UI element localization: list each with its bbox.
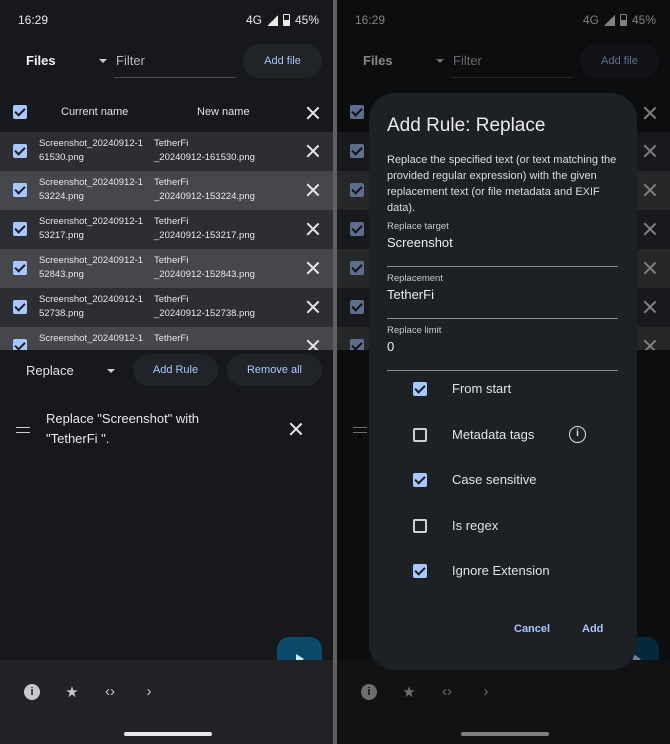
rule-type-select[interactable]: Replace: [26, 363, 74, 378]
rule-type-dropdown-icon[interactable]: [107, 369, 115, 373]
new-name-cell: TetherFi _20240912-153224.png: [154, 177, 255, 202]
is-regex-checkbox[interactable]: [413, 519, 427, 533]
field-value[interactable]: 0: [387, 339, 394, 354]
replace-limit-field[interactable]: Replace limit 0: [387, 325, 618, 371]
table-row[interactable]: Screenshot_20240912-1 53224.png TetherFi…: [0, 171, 333, 210]
rule-description: Replace "Screenshot" with "TetherFi ".: [46, 411, 200, 446]
new-name-cell: TetherFi _20240912-152738.png: [154, 294, 255, 319]
table-row[interactable]: Screenshot_20240912-1 TetherFi: [0, 327, 333, 350]
filter-input[interactable]: Filter: [114, 44, 236, 78]
gesture-handle: [124, 732, 212, 736]
signal-icon: [266, 14, 278, 26]
files-toolbar: Files Filter Add file: [0, 44, 333, 78]
new-name-cell: TetherFi _20240912-153217.png: [154, 216, 255, 241]
main-screen: 16:29 4G 45% Files Filter Add file Curre…: [0, 0, 333, 744]
field-value[interactable]: Screenshot: [387, 235, 453, 250]
option-from-start[interactable]: From start: [369, 374, 637, 404]
dialog-title: Add Rule: Replace: [387, 115, 546, 136]
bottom-bar: i ★ ‹› ›: [0, 660, 333, 744]
remove-row-icon[interactable]: [306, 183, 320, 197]
current-name-cell: Screenshot_20240912-1 53217.png: [39, 216, 144, 241]
current-name-cell: Screenshot_20240912-1: [39, 333, 144, 344]
file-list: Screenshot_20240912-1 61530.png TetherFi…: [0, 132, 333, 350]
remove-rule-icon[interactable]: [289, 422, 303, 436]
code-icon[interactable]: ‹›: [100, 683, 120, 700]
add-rule-button[interactable]: Add Rule: [133, 354, 218, 386]
clear-all-icon[interactable]: [306, 106, 320, 120]
row-checkbox[interactable]: [13, 183, 27, 197]
replace-target-field[interactable]: Replace target Screenshot: [387, 221, 618, 267]
option-label: Metadata tags: [452, 427, 535, 442]
row-checkbox[interactable]: [13, 222, 27, 236]
rule-toolbar: Replace Add Rule Remove all: [0, 350, 333, 390]
case-sensitive-checkbox[interactable]: [413, 473, 427, 487]
option-label: From start: [452, 381, 512, 396]
option-case-sensitive[interactable]: Case sensitive: [369, 465, 637, 495]
row-checkbox[interactable]: [13, 261, 27, 275]
remove-row-icon[interactable]: [306, 261, 320, 275]
current-name-cell: Screenshot_20240912-1 52738.png: [39, 294, 144, 319]
remove-row-icon[interactable]: [306, 339, 320, 350]
current-name-cell: Screenshot_20240912-1 52843.png: [39, 255, 144, 280]
rule-item[interactable]: Replace "Screenshot" with "TetherFi ".: [0, 405, 333, 455]
files-label: Files: [26, 53, 56, 68]
chevron-right-icon[interactable]: ›: [139, 683, 159, 700]
from-start-checkbox[interactable]: [413, 382, 427, 396]
status-icons: 4G 45%: [246, 13, 319, 27]
remove-row-icon[interactable]: [306, 300, 320, 314]
option-ignore-extension[interactable]: Ignore Extension: [369, 556, 637, 586]
new-name-cell: TetherFi: [154, 333, 189, 344]
dialog-screen: 16:29 4G 45% Files Filter Add file i ★ ‹…: [337, 0, 670, 744]
network-label: 4G: [245, 13, 262, 27]
option-label: Ignore Extension: [452, 563, 550, 578]
drag-handle-icon[interactable]: [16, 427, 30, 433]
metadata-tags-checkbox[interactable]: [413, 428, 427, 442]
select-all-checkbox[interactable]: [13, 105, 27, 119]
field-label: Replace target: [387, 221, 449, 232]
row-checkbox[interactable]: [13, 339, 27, 350]
table-row[interactable]: Screenshot_20240912-1 61530.png TetherFi…: [0, 132, 333, 171]
ignore-extension-checkbox[interactable]: [413, 564, 427, 578]
current-name-cell: Screenshot_20240912-1 53224.png: [39, 177, 144, 202]
remove-row-icon[interactable]: [306, 144, 320, 158]
current-name-header: Current name: [61, 106, 129, 118]
field-label: Replacement: [387, 273, 443, 284]
option-is-regex[interactable]: Is regex: [369, 511, 637, 541]
info-icon[interactable]: i: [24, 684, 40, 700]
table-row[interactable]: Screenshot_20240912-1 52738.png TetherFi…: [0, 288, 333, 327]
row-checkbox[interactable]: [13, 300, 27, 314]
filter-dropdown-icon[interactable]: [99, 59, 107, 63]
remove-all-button[interactable]: Remove all: [227, 354, 322, 386]
status-bar: 16:29 4G 45%: [0, 0, 333, 40]
add-button[interactable]: Add: [582, 623, 603, 635]
field-value[interactable]: TetherFi: [387, 287, 434, 302]
option-label: Case sensitive: [452, 472, 537, 487]
status-time: 16:29: [18, 13, 49, 27]
current-name-cell: Screenshot_20240912-1 61530.png: [39, 138, 144, 163]
new-name-cell: TetherFi _20240912-152843.png: [154, 255, 255, 280]
dialog-description: Replace the specified text (or text matc…: [387, 154, 617, 214]
option-metadata-tags[interactable]: Metadata tags i: [369, 420, 637, 450]
battery-icon: [282, 14, 290, 26]
info-icon[interactable]: i: [569, 426, 586, 443]
add-rule-dialog: Add Rule: Replace Replace the specified …: [369, 93, 637, 670]
option-label: Is regex: [452, 518, 499, 533]
new-name-header: New name: [197, 106, 250, 118]
table-row[interactable]: Screenshot_20240912-1 52843.png TetherFi…: [0, 249, 333, 288]
field-label: Replace limit: [387, 325, 442, 336]
table-header: Current name New name: [0, 98, 333, 128]
remove-row-icon[interactable]: [306, 222, 320, 236]
cancel-button[interactable]: Cancel: [514, 623, 550, 635]
new-name-cell: TetherFi _20240912-161530.png: [154, 138, 255, 163]
battery-label: 45%: [294, 13, 319, 27]
table-row[interactable]: Screenshot_20240912-1 53217.png TetherFi…: [0, 210, 333, 249]
add-file-button[interactable]: Add file: [243, 44, 322, 78]
star-icon[interactable]: ★: [62, 683, 82, 701]
row-checkbox[interactable]: [13, 144, 27, 158]
replacement-field[interactable]: Replacement TetherFi: [387, 273, 618, 319]
